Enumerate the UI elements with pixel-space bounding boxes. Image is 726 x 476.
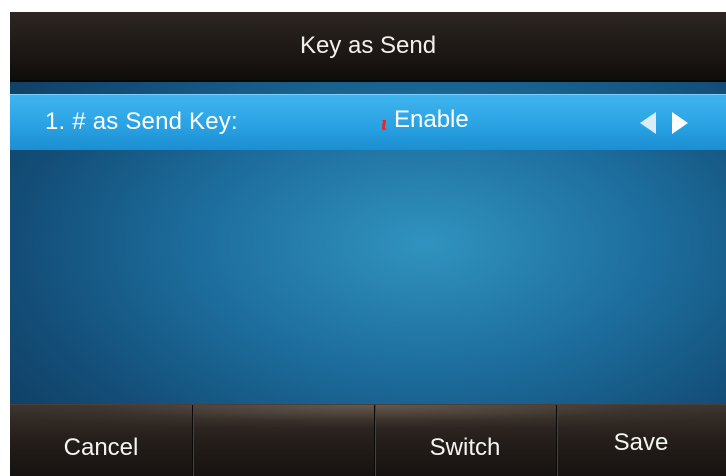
softkey-bar: Cancel Switch Save <box>10 404 726 476</box>
cancel-softkey[interactable]: Cancel <box>10 405 192 476</box>
arrow-left-icon[interactable] <box>640 112 656 134</box>
option-value[interactable]: Enable <box>394 95 469 145</box>
screen-title: Key as Send <box>299 32 437 59</box>
save-softkey-label: Save <box>613 429 669 456</box>
option-row-send-key[interactable]: 1. # as Send Key: ɩ Enable <box>10 94 726 150</box>
save-softkey[interactable]: Save <box>556 405 726 476</box>
title-bar: Key as Send <box>10 12 726 82</box>
switch-softkey-label: Switch <box>429 434 501 461</box>
cancel-softkey-label: Cancel <box>63 434 139 461</box>
text-cursor-icon: ɩ <box>381 110 388 135</box>
switch-softkey[interactable]: Switch <box>374 405 556 476</box>
phone-screen: Key as Send 1. # as Send Key: ɩ Enable C… <box>10 12 726 476</box>
option-label: 1. # as Send Key: <box>45 108 238 135</box>
empty-softkey[interactable] <box>192 405 374 476</box>
arrow-right-icon[interactable] <box>672 112 688 134</box>
